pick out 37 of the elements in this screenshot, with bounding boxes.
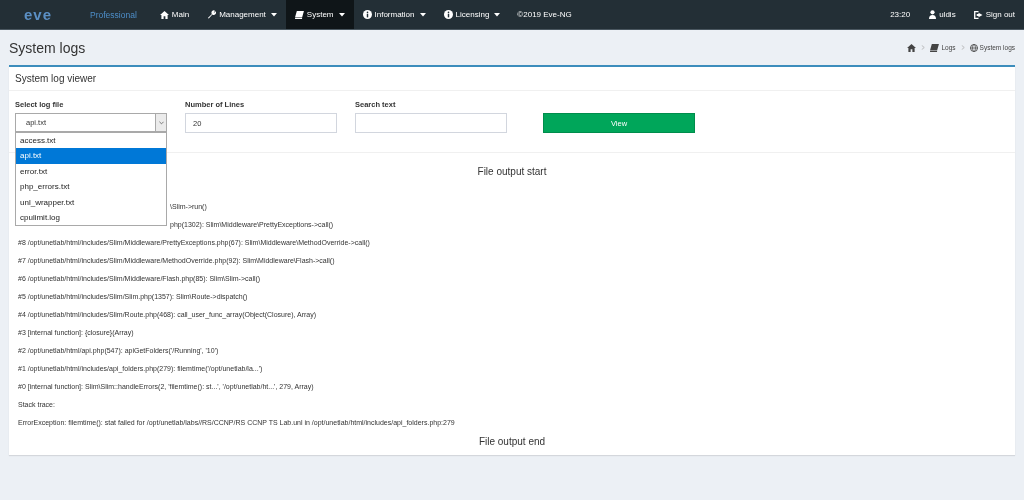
chevron-down-icon: [158, 120, 164, 125]
output-start-heading: File output start: [477, 166, 547, 177]
home-link[interactable]: [907, 43, 917, 52]
dropdown-option[interactable]: access.txt: [16, 133, 166, 149]
user-menu[interactable]: uldis: [920, 0, 965, 29]
user-icon: [929, 10, 937, 19]
book-icon: [294, 10, 304, 19]
globe-icon: [969, 43, 978, 52]
nav-menu-item[interactable]: Licensing: [434, 0, 510, 29]
nav-menu-item[interactable]: Information: [353, 0, 435, 29]
clock-text: 23:20: [889, 10, 912, 19]
page-title: System logs: [9, 39, 86, 56]
info-icon: [362, 10, 372, 19]
dropdown-option[interactable]: cpulimit.log: [16, 209, 166, 226]
dropdown-option[interactable]: error.txt: [16, 163, 166, 180]
logo-text: eve: [24, 7, 52, 22]
wrench-icon: [207, 10, 217, 19]
sign-out-link[interactable]: Sign out: [964, 0, 1024, 29]
dropdown-option[interactable]: unl_wrapper.txt: [16, 194, 166, 210]
chevron-icon: [960, 45, 965, 50]
nav-menu-item[interactable]: Management: [198, 0, 286, 29]
home-icon: [159, 10, 169, 19]
home-icon: [907, 43, 917, 52]
eve-logo[interactable]: eve: [12, 7, 64, 22]
panel-title: System log viewer: [15, 73, 97, 84]
info-icon: [443, 10, 453, 19]
nav-menu-item[interactable]: Main: [150, 0, 199, 29]
sign-out-icon: [973, 10, 983, 19]
search-input[interactable]: [355, 113, 507, 133]
dropdown-option[interactable]: php_errors.txt: [16, 179, 166, 195]
chevron-icon: [921, 45, 926, 50]
nav-menu-item[interactable]: System: [285, 0, 354, 29]
output-end-heading: File output end: [478, 436, 546, 447]
edition-label: Professional: [90, 9, 137, 20]
book-icon: [930, 43, 940, 52]
copyright-text: ©2019 Eve-NG: [516, 10, 573, 19]
dropdown-option[interactable]: api.txt: [16, 148, 166, 164]
